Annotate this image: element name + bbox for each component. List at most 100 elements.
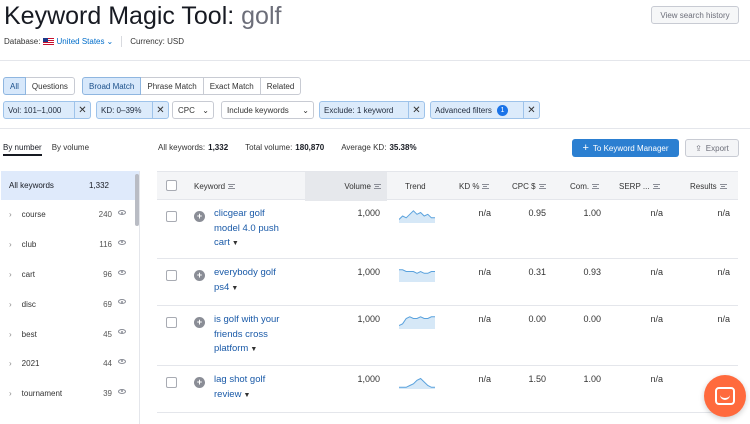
sidebar-group-item[interactable]: › cart 96 bbox=[1, 260, 139, 290]
tab-by-volume[interactable]: By volume bbox=[52, 143, 89, 156]
sidebar-item-all-keywords[interactable]: All keywords 1,332 bbox=[1, 171, 139, 200]
volume-filter-chip[interactable]: Vol: 101–1,000 ✕ bbox=[3, 101, 91, 119]
close-icon[interactable]: ✕ bbox=[523, 102, 539, 118]
tab-questions[interactable]: Questions bbox=[24, 77, 75, 95]
sidebar-group-count: 116 bbox=[99, 240, 112, 250]
header-results-label: Results bbox=[690, 182, 717, 191]
header-kd-label: KD % bbox=[459, 182, 480, 191]
row-checkbox[interactable] bbox=[166, 317, 177, 328]
header-volume[interactable]: Volume bbox=[305, 172, 387, 201]
keyword-link[interactable]: everybody golf ps4 ▼ bbox=[214, 266, 276, 296]
export-button[interactable]: ⇪ Export bbox=[685, 139, 739, 157]
tab-related[interactable]: Related bbox=[259, 77, 302, 95]
row-checkbox[interactable] bbox=[166, 270, 177, 281]
close-icon[interactable]: ✕ bbox=[152, 102, 168, 118]
sidebar-group-count: 69 bbox=[103, 299, 112, 309]
results-cell: n/a bbox=[717, 208, 730, 218]
keyword-groups-sidebar: All keywords 1,332 › course 240 › club 116 › ca… bbox=[1, 171, 140, 424]
cpc-cell: 0.95 bbox=[528, 208, 546, 218]
add-keyword-icon[interactable]: + bbox=[194, 211, 205, 222]
eye-icon[interactable] bbox=[118, 269, 126, 275]
include-keywords-dropdown[interactable]: Include keywords ⌄ bbox=[221, 101, 314, 119]
all-keywords-label: All keywords: bbox=[158, 143, 206, 152]
sidebar-group-item[interactable]: › best 45 bbox=[1, 319, 139, 349]
header-competition[interactable]: Com. bbox=[570, 172, 600, 201]
competition-cell: 1.00 bbox=[583, 374, 601, 384]
eye-icon[interactable] bbox=[118, 329, 126, 335]
view-search-history-button[interactable]: View search history bbox=[651, 6, 739, 24]
sidebar-group-count: 44 bbox=[103, 359, 112, 369]
keyword-link[interactable]: clicgear golf model 4.0 push cart ▼ bbox=[214, 207, 279, 252]
cpc-cell: 0.00 bbox=[528, 314, 546, 324]
eye-icon[interactable] bbox=[118, 239, 126, 245]
cpc-cell: 0.31 bbox=[528, 267, 546, 277]
header-serp[interactable]: SERP ... bbox=[619, 172, 660, 201]
keyword-table: Keyword Volume Trend KD % CPC $ Com. SER… bbox=[157, 171, 738, 413]
header-kd[interactable]: KD % bbox=[459, 172, 490, 201]
add-keyword-icon[interactable]: + bbox=[194, 377, 205, 388]
kd-filter-chip[interactable]: KD: 0–39% ✕ bbox=[96, 101, 169, 119]
title-query: golf bbox=[241, 2, 282, 30]
sidebar-group-item[interactable]: › 2021 44 bbox=[1, 349, 139, 379]
sidebar-group-item[interactable]: › tournament 39 bbox=[1, 379, 139, 409]
caret-down-icon[interactable]: ▼ bbox=[243, 392, 250, 399]
average-kd-stat: Average KD: 35.38% bbox=[341, 143, 416, 152]
close-icon[interactable]: ✕ bbox=[74, 102, 90, 118]
sidebar-group-item[interactable]: › disc 69 bbox=[1, 289, 139, 319]
close-icon[interactable]: ✕ bbox=[408, 102, 424, 118]
eye-icon[interactable] bbox=[118, 299, 126, 305]
advanced-filters-chip[interactable]: Advanced filters 1 ✕ bbox=[430, 101, 540, 119]
keyword-link-line: everybody golf bbox=[214, 267, 276, 278]
serp-cell: n/a bbox=[650, 374, 663, 384]
caret-down-icon[interactable]: ▼ bbox=[231, 285, 238, 292]
tab-phrase-match[interactable]: Phrase Match bbox=[140, 77, 204, 95]
eye-icon[interactable] bbox=[118, 388, 126, 394]
header-keyword[interactable]: Keyword bbox=[194, 172, 236, 201]
sidebar-group-item[interactable]: › club 116 bbox=[1, 230, 139, 260]
meta-row: Database: United States ⌄ Currency: USD bbox=[4, 36, 184, 47]
keyword-link[interactable]: is golf with your friends cross platform ▼ bbox=[214, 313, 279, 358]
chat-support-button[interactable] bbox=[704, 375, 746, 417]
cpc-filter-dropdown[interactable]: CPC ⌄ bbox=[172, 101, 214, 119]
trend-sparkline bbox=[399, 210, 435, 223]
serp-cell: n/a bbox=[650, 267, 663, 277]
add-keyword-icon[interactable]: + bbox=[194, 270, 205, 281]
tab-by-number[interactable]: By number bbox=[3, 143, 42, 156]
database-select[interactable]: United States bbox=[56, 37, 104, 46]
tab-all[interactable]: All bbox=[3, 77, 26, 95]
kd-cell: n/a bbox=[478, 208, 491, 218]
volume-filter-label: Vol: 101–1,000 bbox=[8, 105, 62, 115]
select-all-checkbox[interactable] bbox=[166, 180, 177, 191]
chevron-down-icon: ⌄ bbox=[302, 105, 309, 115]
row-checkbox[interactable] bbox=[166, 377, 177, 388]
header-cpc[interactable]: CPC $ bbox=[512, 172, 546, 201]
eye-icon[interactable] bbox=[118, 358, 126, 364]
sidebar-item-count: 1,332 bbox=[88, 181, 109, 190]
caret-down-icon[interactable]: ▼ bbox=[232, 240, 239, 247]
tab-exact-match[interactable]: Exact Match bbox=[202, 77, 261, 95]
caret-down-icon[interactable]: ▼ bbox=[250, 346, 257, 353]
sidebar-group-count: 39 bbox=[103, 389, 112, 399]
eye-icon[interactable] bbox=[118, 210, 126, 215]
tab-broad-match[interactable]: Broad Match bbox=[82, 77, 142, 95]
header-trend: Trend bbox=[405, 172, 426, 201]
average-kd-label: Average KD: bbox=[341, 143, 387, 152]
advanced-filters-text: Advanced filters bbox=[435, 105, 492, 115]
sidebar-group-item[interactable]: › course 240 bbox=[1, 200, 139, 230]
keyword-link-line: ps4 ▼ bbox=[214, 281, 239, 293]
add-keyword-icon[interactable]: + bbox=[194, 317, 205, 328]
sidebar-group-count: 45 bbox=[103, 329, 112, 339]
sidebar-group-label: club bbox=[21, 240, 37, 250]
to-keyword-manager-button[interactable]: + To Keyword Manager bbox=[572, 139, 679, 157]
header-results[interactable]: Results bbox=[690, 172, 727, 201]
table-row: + lag shot golf review ▼ 1,000 n/a 1.50 1.00 n/a… bbox=[157, 366, 738, 413]
chevron-down-icon: ⌄ bbox=[106, 37, 114, 46]
exclude-filter-chip[interactable]: Exclude: 1 keyword ✕ bbox=[319, 101, 425, 119]
cpc-cell: 1.50 bbox=[528, 374, 546, 384]
chevron-right-icon: › bbox=[9, 389, 12, 399]
export-label: Export bbox=[705, 143, 729, 153]
keyword-link-line: review ▼ bbox=[214, 388, 251, 400]
row-checkbox[interactable] bbox=[166, 211, 177, 222]
keyword-link[interactable]: lag shot golf review ▼ bbox=[214, 373, 265, 403]
sidebar-scrollbar[interactable] bbox=[135, 174, 139, 226]
